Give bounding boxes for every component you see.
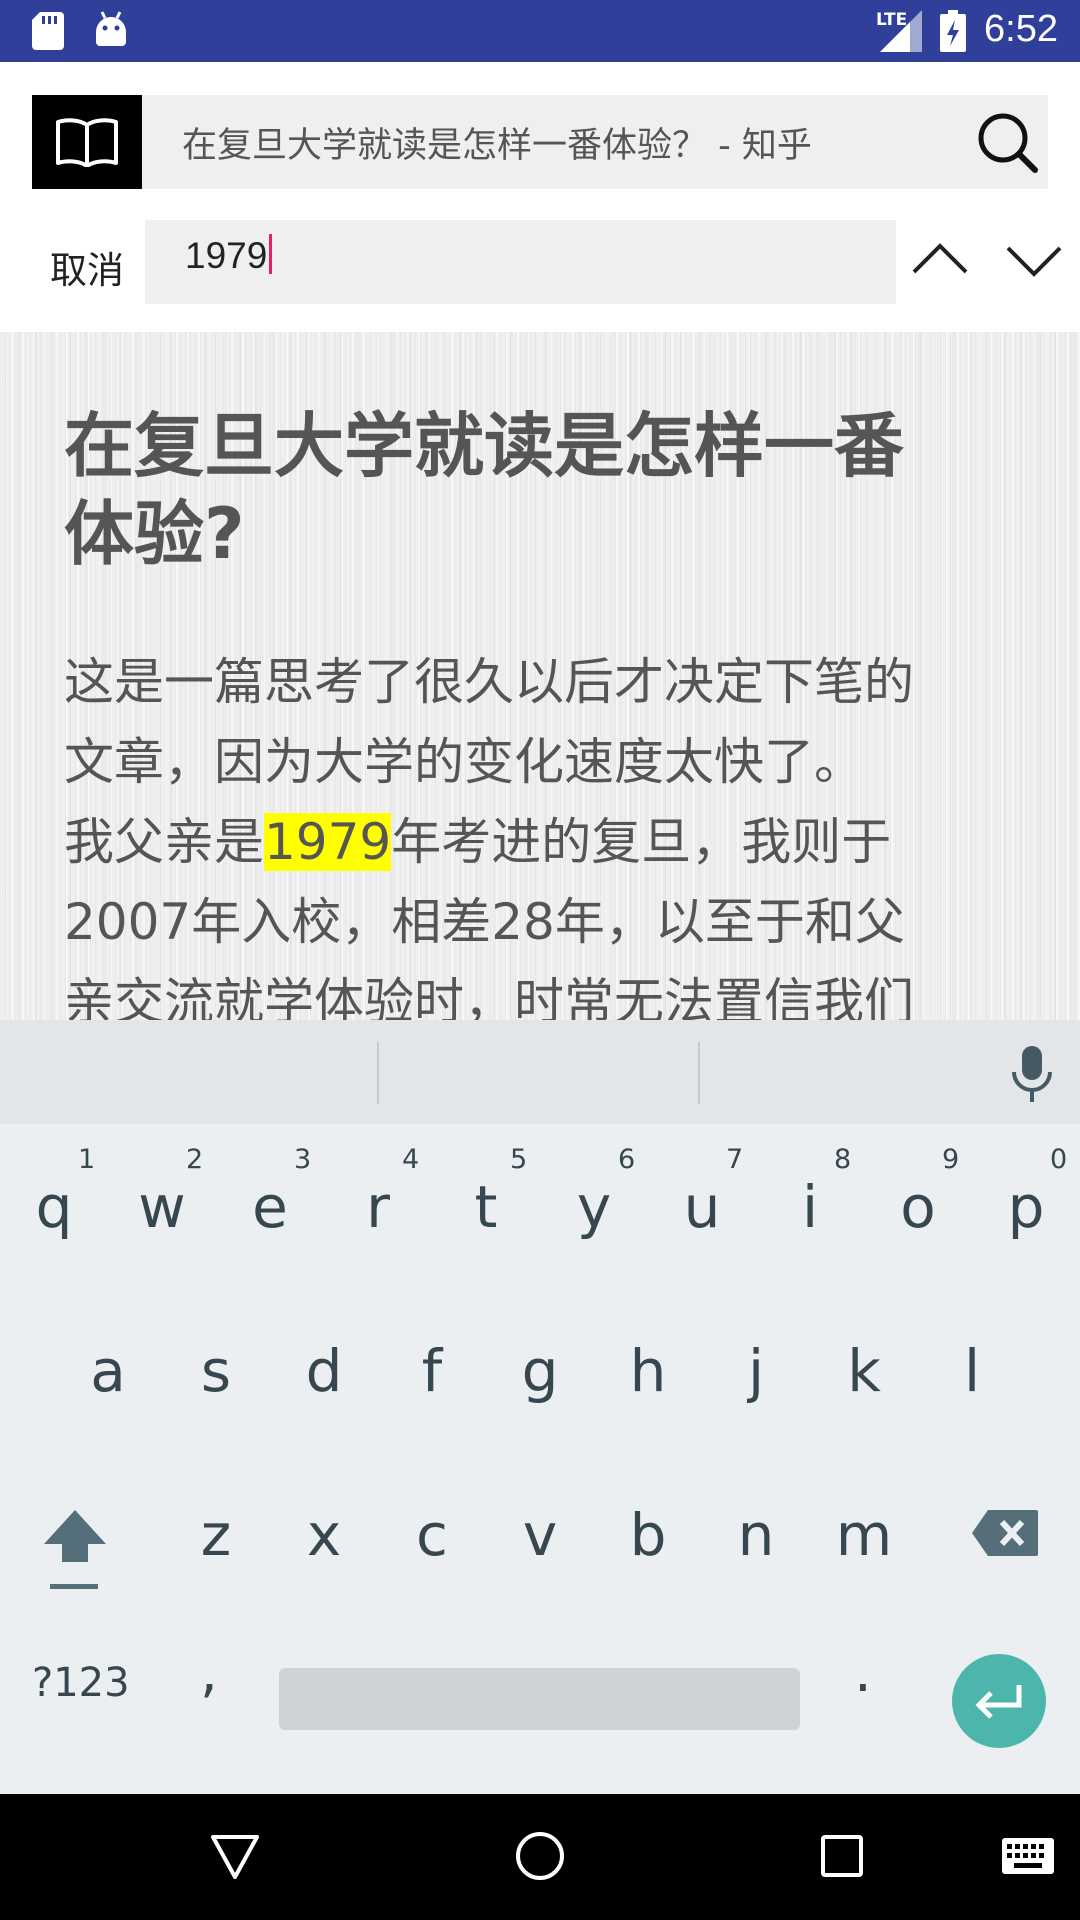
article-content[interactable]: 在复旦大学就读是怎样一番 体验? 这是一篇思考了很久以后才决定下笔的 文章，因为…: [0, 332, 1080, 1020]
url-title-bar[interactable]: 在复旦大学就读是怎样一番体验？ - 知乎: [142, 95, 1048, 189]
key-k[interactable]: k: [810, 1306, 918, 1436]
key-hint-0: 0: [1050, 1144, 1068, 1175]
key-hint-3: 3: [294, 1144, 312, 1175]
key-hint-8: 8: [834, 1144, 852, 1175]
body-line: 这是一篇思考了很久以后才决定下笔的: [64, 653, 914, 711]
cancel-button[interactable]: 取消: [50, 240, 124, 294]
keyboard-icon[interactable]: [1002, 1838, 1054, 1874]
key-b[interactable]: b: [594, 1470, 702, 1600]
key-x[interactable]: x: [270, 1470, 378, 1600]
key-hint-4: 4: [402, 1144, 420, 1175]
key-hint-2: 2: [186, 1144, 204, 1175]
shift-icon: [44, 1510, 106, 1589]
soft-keyboard: q1w2e3r4t5y6u7i8o9p0 asdfghjkl zxcvbnm ?…: [0, 1020, 1080, 1794]
find-in-page-bar: 取消 1979: [0, 202, 1080, 332]
suggestion-strip: [0, 1020, 1080, 1124]
battery-charging-icon: [940, 10, 966, 52]
key-s[interactable]: s: [162, 1306, 270, 1436]
key-l[interactable]: l: [918, 1306, 1026, 1436]
bookmarks-button[interactable]: [32, 95, 142, 189]
key-hint-1: 1: [78, 1144, 96, 1175]
body-text: 年考进的复旦，我则于: [391, 813, 892, 871]
lte-signal-icon: [880, 10, 922, 52]
key-hint-5: 5: [510, 1144, 528, 1175]
chevron-down-icon[interactable]: [1002, 228, 1066, 292]
suggestion-divider: [377, 1042, 379, 1104]
backspace-icon: [972, 1510, 1038, 1556]
comma-key[interactable]: ,: [200, 1640, 218, 1705]
article-title-line2: 体验?: [64, 493, 245, 575]
backspace-key[interactable]: [970, 1508, 1040, 1558]
key-j[interactable]: j: [702, 1306, 810, 1436]
symbols-key[interactable]: ?123: [32, 1660, 130, 1706]
key-c[interactable]: c: [378, 1470, 486, 1600]
key-v[interactable]: v: [486, 1470, 594, 1600]
key-m[interactable]: m: [810, 1470, 918, 1600]
shift-key[interactable]: [40, 1500, 110, 1600]
suggestion-divider: [698, 1042, 700, 1104]
key-hint-6: 6: [618, 1144, 636, 1175]
enter-key[interactable]: [952, 1654, 1046, 1748]
app-bar: 在复旦大学就读是怎样一番体验？ - 知乎: [0, 62, 1080, 202]
key-h[interactable]: h: [594, 1306, 702, 1436]
mic-icon[interactable]: [1006, 1044, 1058, 1104]
period-key[interactable]: .: [854, 1640, 872, 1705]
article-title-line1: 在复旦大学就读是怎样一番: [64, 405, 904, 487]
article-body: 这是一篇思考了很久以后才决定下笔的 文章，因为大学的变化速度太快了。 我父亲是1…: [64, 642, 1024, 1020]
status-time: 6:52: [984, 8, 1058, 50]
key-n[interactable]: n: [702, 1470, 810, 1600]
key-d[interactable]: d: [270, 1306, 378, 1436]
system-nav-bar: [0, 1794, 1080, 1920]
body-line: 文章，因为大学的变化速度太快了。: [64, 733, 864, 791]
key-hint-9: 9: [942, 1144, 960, 1175]
find-query-text: 1979: [185, 235, 268, 276]
body-line: 亲交流就学体验时，时常无法置信我们: [64, 973, 914, 1020]
key-z[interactable]: z: [162, 1470, 270, 1600]
text-cursor: [269, 234, 273, 274]
chevron-up-icon[interactable]: [908, 228, 972, 292]
key-hint-7: 7: [726, 1144, 744, 1175]
status-bar: LTE 6:52: [0, 0, 1080, 62]
key-g[interactable]: g: [486, 1306, 594, 1436]
search-highlight: 1979: [264, 813, 392, 871]
enter-icon: [975, 1685, 1022, 1719]
find-input[interactable]: 1979: [145, 220, 896, 304]
recents-icon[interactable]: [820, 1834, 864, 1878]
sd-card-icon: [32, 12, 64, 50]
android-icon: [96, 11, 126, 46]
body-line: 2007年入校，相差28年，以至于和父: [64, 893, 905, 951]
space-key[interactable]: [279, 1668, 800, 1730]
article-title: 在复旦大学就读是怎样一番 体验?: [64, 402, 1044, 578]
key-f[interactable]: f: [378, 1306, 486, 1436]
key-a[interactable]: a: [54, 1306, 162, 1436]
home-icon[interactable]: [514, 1830, 566, 1882]
body-text: 我父亲是: [64, 813, 264, 871]
page-title: 在复旦大学就读是怎样一番体验？ - 知乎: [182, 126, 812, 166]
book-icon: [56, 118, 118, 167]
search-icon[interactable]: [974, 109, 1040, 175]
body-line: 我父亲是1979年考进的复旦，我则于: [64, 802, 1024, 882]
back-icon[interactable]: [210, 1834, 260, 1880]
